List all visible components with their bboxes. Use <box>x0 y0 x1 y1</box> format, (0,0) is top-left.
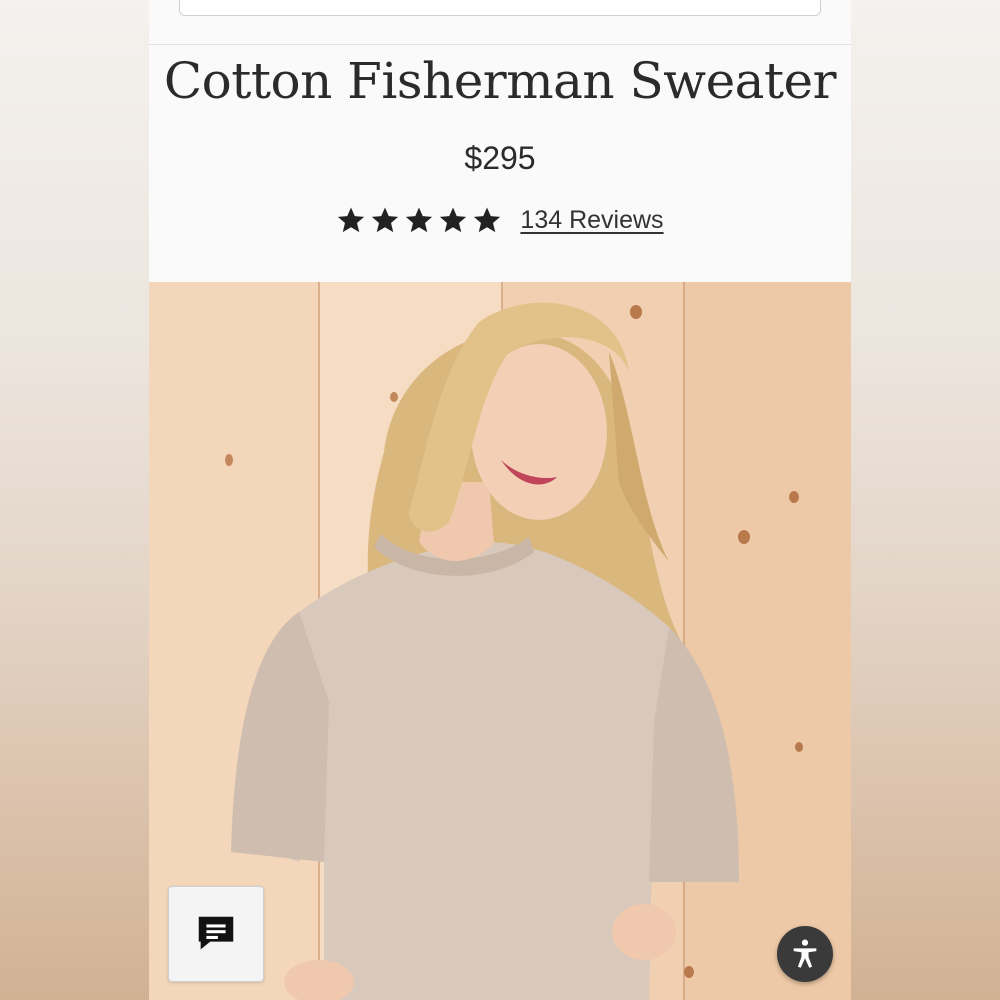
star-icon <box>338 207 365 233</box>
chat-icon <box>198 916 234 950</box>
product-page: Cotton Fisherman Sweater $295 134 Review… <box>149 0 851 1000</box>
accessibility-icon <box>793 939 817 968</box>
product-price: $295 <box>464 140 536 176</box>
rating-row: 134 Reviews <box>149 200 851 240</box>
star-icon <box>372 207 399 233</box>
search-input[interactable] <box>179 0 821 16</box>
chat-button[interactable] <box>168 886 264 982</box>
star-icon <box>474 207 501 233</box>
divider <box>149 44 851 45</box>
accessibility-button[interactable] <box>777 926 833 982</box>
product-title: Cotton Fisherman Sweater <box>163 52 837 110</box>
reviews-link[interactable]: 134 Reviews <box>520 206 663 235</box>
star-icon <box>440 207 467 233</box>
star-rating <box>336 205 502 235</box>
star-icon <box>406 207 433 233</box>
